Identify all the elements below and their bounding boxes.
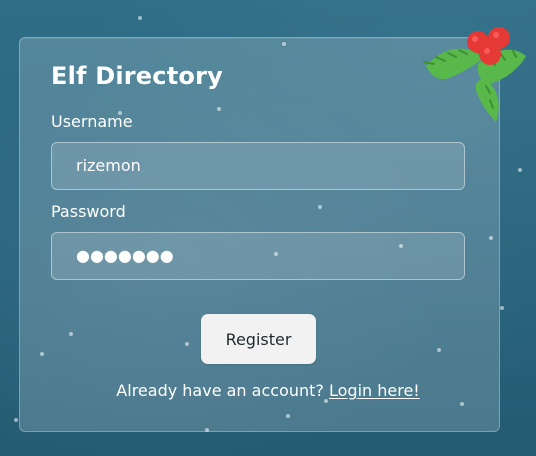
password-mask: ●●●●●●● <box>76 246 174 265</box>
login-link[interactable]: Login here! <box>329 381 420 400</box>
username-label: Username <box>51 112 133 131</box>
register-button[interactable]: Register <box>201 314 316 364</box>
login-prompt-line: Already have an account? Login here! <box>0 383 536 399</box>
page-title: Elf Directory <box>51 62 223 90</box>
username-field[interactable]: rizemon <box>51 142 465 190</box>
password-field[interactable]: ●●●●●●● <box>51 232 465 280</box>
elf-directory-page: { "form": { "title": "Elf Directory", "u… <box>0 0 536 456</box>
username-value: rizemon <box>76 156 141 175</box>
holly-icon <box>423 27 526 122</box>
password-label: Password <box>51 202 126 221</box>
login-prompt-text: Already have an account? <box>116 381 324 400</box>
